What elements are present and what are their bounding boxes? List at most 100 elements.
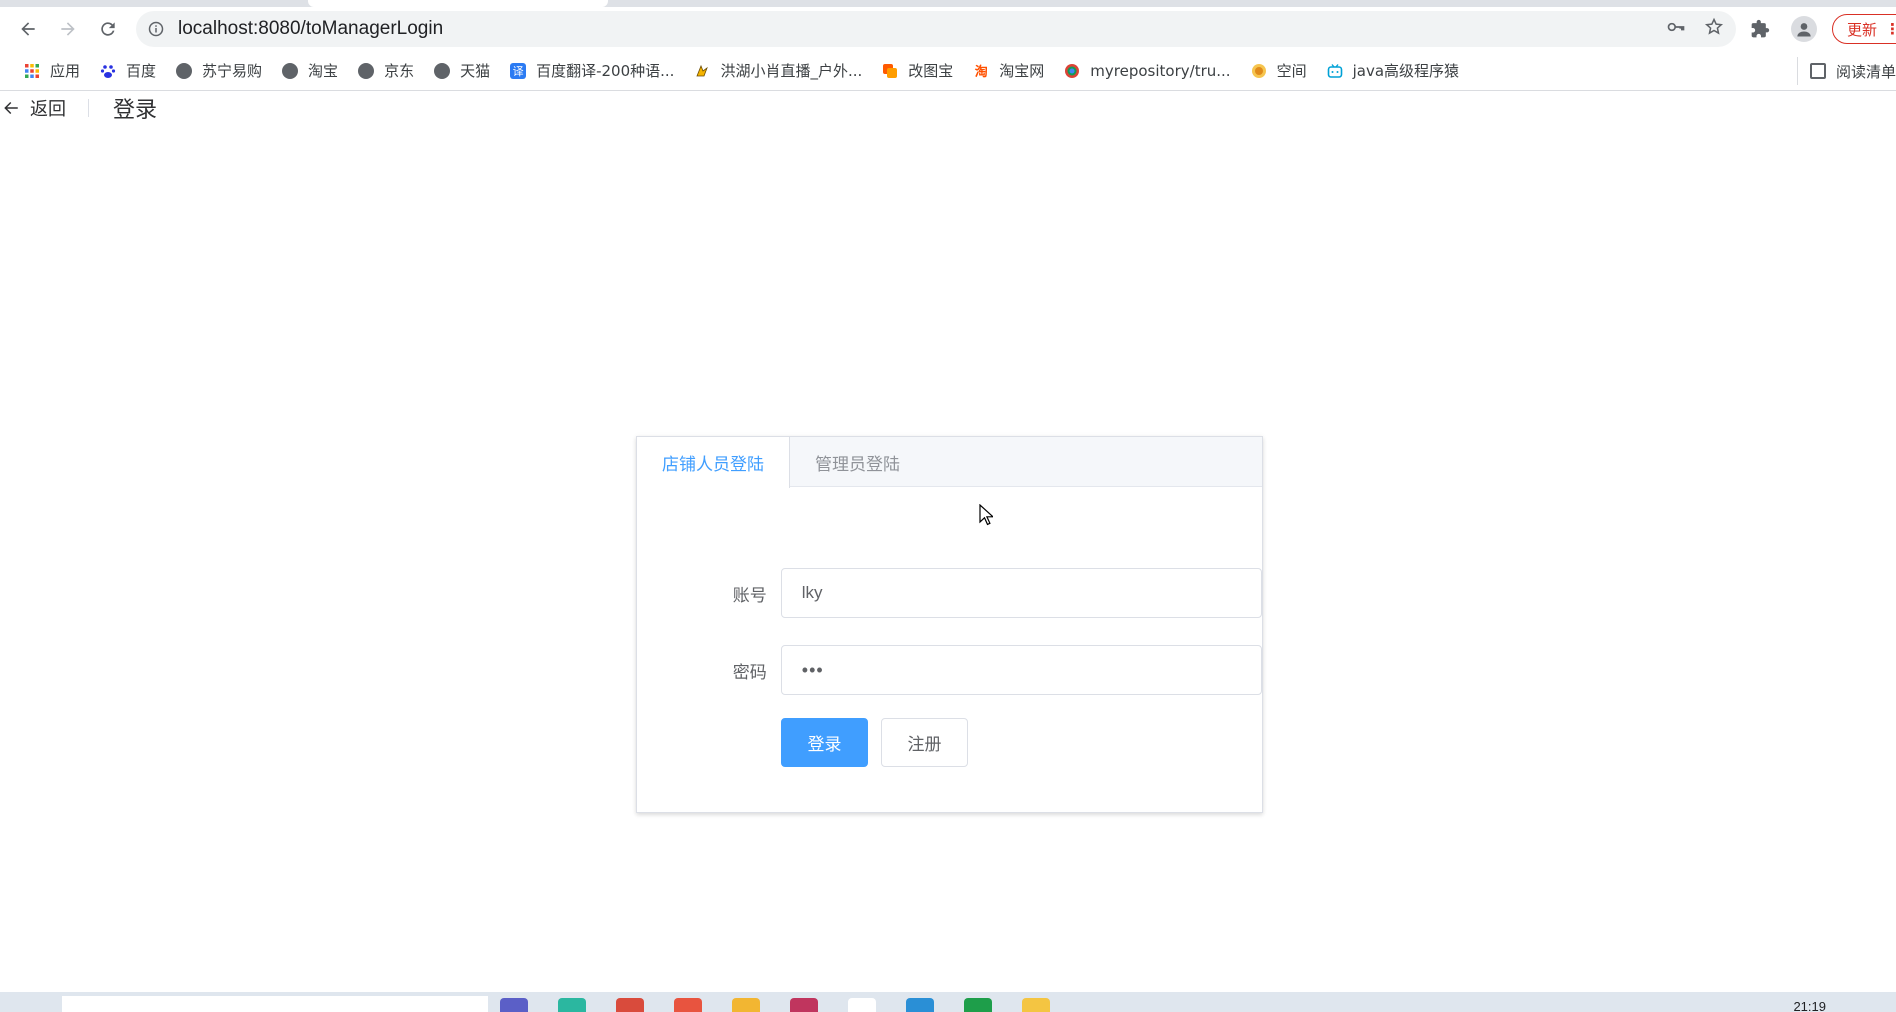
os-taskbar: 21:19: [0, 992, 1896, 1012]
bookmark-repository[interactable]: myrepository/tru...: [1054, 57, 1240, 85]
bookmark-label: 空间: [1276, 62, 1307, 80]
browser-tabstrip: [0, 0, 1896, 7]
reading-list-icon: [1809, 63, 1826, 79]
taskbar-app-icon[interactable]: [848, 998, 876, 1012]
page-header: 返回 登录: [0, 93, 157, 123]
bookmark-qzone[interactable]: 空间: [1241, 57, 1317, 85]
login-tabs: 店铺人员登陆 管理员登陆: [637, 437, 1262, 488]
account-input[interactable]: lky: [780, 568, 1262, 618]
globe-icon: [282, 62, 299, 79]
account-label: 账号: [732, 585, 767, 606]
globe-icon: [358, 62, 375, 79]
bookmark-label: 苏宁易购: [202, 62, 263, 80]
reload-button[interactable]: [88, 9, 128, 49]
arrow-right-icon: [61, 22, 75, 36]
address-bar[interactable]: localhost:8080/toManagerLogin: [136, 11, 1736, 47]
register-button[interactable]: 注册: [881, 718, 968, 767]
login-card: 店铺人员登陆 管理员登陆 账号 lky 密码 ••• 登录 注册: [636, 436, 1263, 813]
bookmark-label: 洪湖小肖直播_户外...: [720, 62, 863, 80]
bookmark-live[interactable]: 洪湖小肖直播_户外...: [684, 57, 872, 85]
bookmark-suning[interactable]: 苏宁易购: [166, 57, 272, 85]
browser-toolbar: localhost:8080/toManagerLogin 更新 ⋮: [0, 7, 1896, 51]
bookmark-taobaowang[interactable]: 淘 淘宝网: [963, 57, 1054, 85]
taskbar-app-icon[interactable]: [964, 998, 992, 1012]
more-menu-icon: ⋮: [1885, 20, 1896, 38]
update-label: 更新: [1846, 20, 1877, 39]
bookmark-label: 淘宝网: [999, 62, 1045, 80]
bookmark-gaitubao[interactable]: 改图宝: [872, 57, 963, 85]
taskbar-app-icon[interactable]: [732, 998, 760, 1012]
extensions-button[interactable]: [1744, 13, 1776, 45]
bookmark-star-icon[interactable]: [1704, 17, 1724, 41]
taskbar-clock: 21:19: [1793, 999, 1826, 1012]
tab-admin-login[interactable]: 管理员登陆: [790, 437, 925, 487]
taskbar-app-icon[interactable]: [906, 998, 934, 1012]
bookmark-label: 天猫: [460, 62, 491, 80]
bookmark-bilibili[interactable]: java高级程序猿: [1317, 57, 1469, 85]
bookmark-label: 改图宝: [908, 62, 954, 80]
reading-list-label: 阅读清单: [1835, 62, 1896, 81]
bookmark-label: 京东: [384, 62, 415, 80]
password-label: 密码: [732, 662, 767, 683]
password-input[interactable]: •••: [780, 645, 1262, 695]
site-info-icon[interactable]: [148, 21, 164, 37]
url-text: localhost:8080/toManagerLogin: [178, 18, 444, 39]
forward-nav-button[interactable]: [48, 9, 88, 49]
live-icon: [694, 63, 710, 79]
password-row: 密码 •••: [637, 645, 1262, 695]
toolbar-right: 更新 ⋮: [1744, 7, 1896, 51]
bilibili-icon: [1327, 63, 1343, 79]
bookmark-label: 淘宝: [308, 62, 339, 80]
globe-icon: [434, 62, 451, 79]
mouse-cursor-icon: [979, 504, 993, 526]
update-button[interactable]: 更新 ⋮: [1831, 14, 1896, 44]
back-label: 返回: [30, 99, 66, 120]
taskbar-apps: [500, 998, 1050, 1012]
bookmark-baidu-translate[interactable]: 译 百度翻译-200种语...: [500, 57, 684, 85]
taobao-icon: 淘: [974, 65, 988, 80]
login-form: 账号 lky 密码 ••• 登录 注册: [637, 568, 1262, 767]
bookmark-taobao[interactable]: 淘宝: [272, 57, 348, 85]
bookmark-label: 百度: [126, 62, 157, 80]
taskbar-app-icon[interactable]: [1022, 998, 1050, 1012]
puzzle-icon: [1751, 19, 1770, 38]
bookmark-label: myrepository/tru...: [1090, 61, 1231, 80]
reload-icon: [101, 22, 115, 36]
account-row: 账号 lky: [637, 568, 1262, 618]
back-link[interactable]: 返回: [0, 95, 66, 121]
apps-grid-icon: [24, 63, 40, 79]
page-title: 登录: [113, 98, 158, 123]
bookmark-baidu[interactable]: 百度: [90, 57, 166, 85]
bookmark-jd[interactable]: 京东: [348, 57, 424, 85]
taskbar-search-box[interactable]: [62, 996, 488, 1012]
person-icon: [1797, 23, 1811, 37]
bookmark-tmall[interactable]: 天猫: [424, 57, 500, 85]
taskbar-app-icon[interactable]: [790, 998, 818, 1012]
login-button[interactable]: 登录: [781, 718, 868, 767]
back-nav-button[interactable]: [8, 9, 48, 49]
bookmarks-bar: 应用 百度 苏宁易购 淘宝 京东 天猫 译 百度翻译-200种语... 洪湖小肖…: [0, 51, 1896, 91]
image-tool-icon: [882, 63, 898, 79]
header-divider: [88, 99, 89, 117]
bookmark-label: 百度翻译-200种语...: [536, 62, 675, 80]
avatar: [1790, 16, 1817, 42]
arrow-left-icon: [21, 22, 35, 36]
key-icon[interactable]: [1666, 17, 1686, 41]
tab-store-staff-login[interactable]: 店铺人员登陆: [637, 437, 790, 488]
arrow-left-icon: [4, 102, 18, 114]
taskbar-app-icon[interactable]: [674, 998, 702, 1012]
bookmark-label: java高级程序猿: [1352, 62, 1460, 80]
bookmark-label: 应用: [50, 62, 81, 80]
taskbar-app-icon[interactable]: [616, 998, 644, 1012]
profile-button[interactable]: [1788, 13, 1820, 45]
taskbar-app-icon[interactable]: [500, 998, 528, 1012]
form-buttons: 登录 注册: [637, 718, 1262, 767]
qzone-icon: [1251, 63, 1267, 79]
bookmark-apps[interactable]: 应用: [14, 57, 90, 85]
repo-icon: [1064, 63, 1080, 79]
globe-icon: [176, 62, 193, 79]
active-browser-tab[interactable]: [308, 0, 608, 7]
baidu-icon: [100, 63, 116, 79]
reading-list[interactable]: 阅读清单: [1796, 57, 1896, 85]
taskbar-app-icon[interactable]: [558, 998, 586, 1012]
